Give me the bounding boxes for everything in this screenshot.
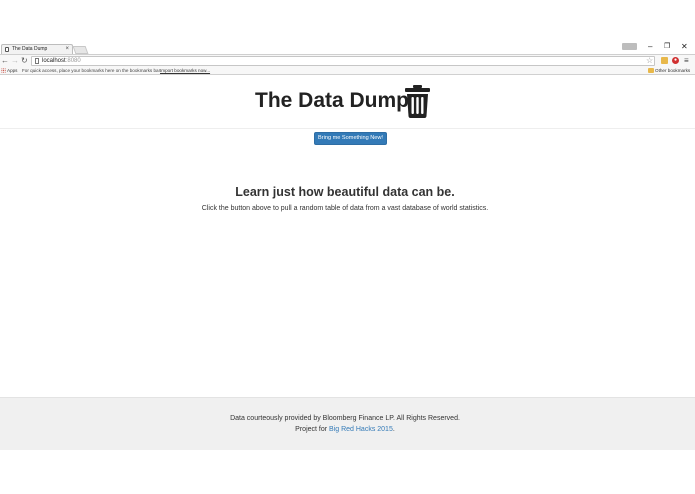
forward-arrow-icon[interactable]: → <box>11 55 19 66</box>
browser-toolbar: ← → ↻ localhost:8080 ☆ ● ≡ <box>0 54 695 66</box>
apps-shortcut[interactable]: Apps <box>7 66 17 75</box>
reload-icon[interactable]: ↻ <box>21 55 28 66</box>
address-bar[interactable]: localhost:8080 <box>31 56 655 66</box>
footer-project-suffix: . <box>392 426 395 433</box>
page-icon <box>35 58 39 64</box>
url-port: :8080 <box>65 58 81 64</box>
folder-icon[interactable] <box>648 68 654 73</box>
new-tab-button[interactable] <box>72 46 89 54</box>
other-bookmarks[interactable]: Other bookmarks <box>655 66 690 75</box>
page-favicon-icon <box>5 47 9 52</box>
bookmark-star-icon[interactable]: ☆ <box>646 55 653 66</box>
extension-icon[interactable] <box>661 57 668 64</box>
apps-grid-icon[interactable] <box>1 68 6 73</box>
browser-tab[interactable]: The Data Dump × <box>1 44 73 54</box>
page-title: The Data Dump <box>255 89 410 112</box>
instruction-text: Click the button above to pull a random … <box>201 205 489 212</box>
footer-project: Project for Big Red Hacks 2015. <box>0 425 690 434</box>
url-host: localhost <box>42 58 66 64</box>
browser-tabstrip: The Data Dump × – ❐ ✕ <box>0 42 695 54</box>
big-red-hacks-link[interactable]: Big Red Hacks 2015 <box>329 426 393 433</box>
page-footer: Data courteously provided by Bloomberg F… <box>0 397 695 450</box>
page-header: The Data Dump <box>0 75 695 129</box>
tab-title: The Data Dump <box>12 46 48 52</box>
chrome-menu-icon[interactable]: ≡ <box>684 55 689 66</box>
footer-project-prefix: Project for <box>295 426 330 433</box>
restore-icon[interactable]: ❐ <box>664 42 670 52</box>
adblock-extension-icon[interactable]: ● <box>672 57 679 64</box>
window-close-icon[interactable]: ✕ <box>681 42 688 52</box>
import-bookmarks-link[interactable]: Import bookmarks now... <box>160 66 210 75</box>
tab-close-icon[interactable]: × <box>65 45 69 54</box>
back-arrow-icon[interactable]: ← <box>1 55 9 66</box>
trash-icon <box>405 85 430 118</box>
bring-something-new-button[interactable]: Bring me Something New! <box>314 132 387 145</box>
minimize-icon[interactable]: – <box>648 42 652 52</box>
bookmarks-bar: Apps For quick access, place your bookma… <box>0 66 695 75</box>
footer-credit: Data courteously provided by Bloomberg F… <box>230 415 460 422</box>
profile-badge-icon[interactable] <box>622 43 637 50</box>
bookmarks-hint: For quick access, place your bookmarks h… <box>22 68 162 73</box>
lead-heading: Learn just how beautiful data can be. <box>235 185 455 199</box>
